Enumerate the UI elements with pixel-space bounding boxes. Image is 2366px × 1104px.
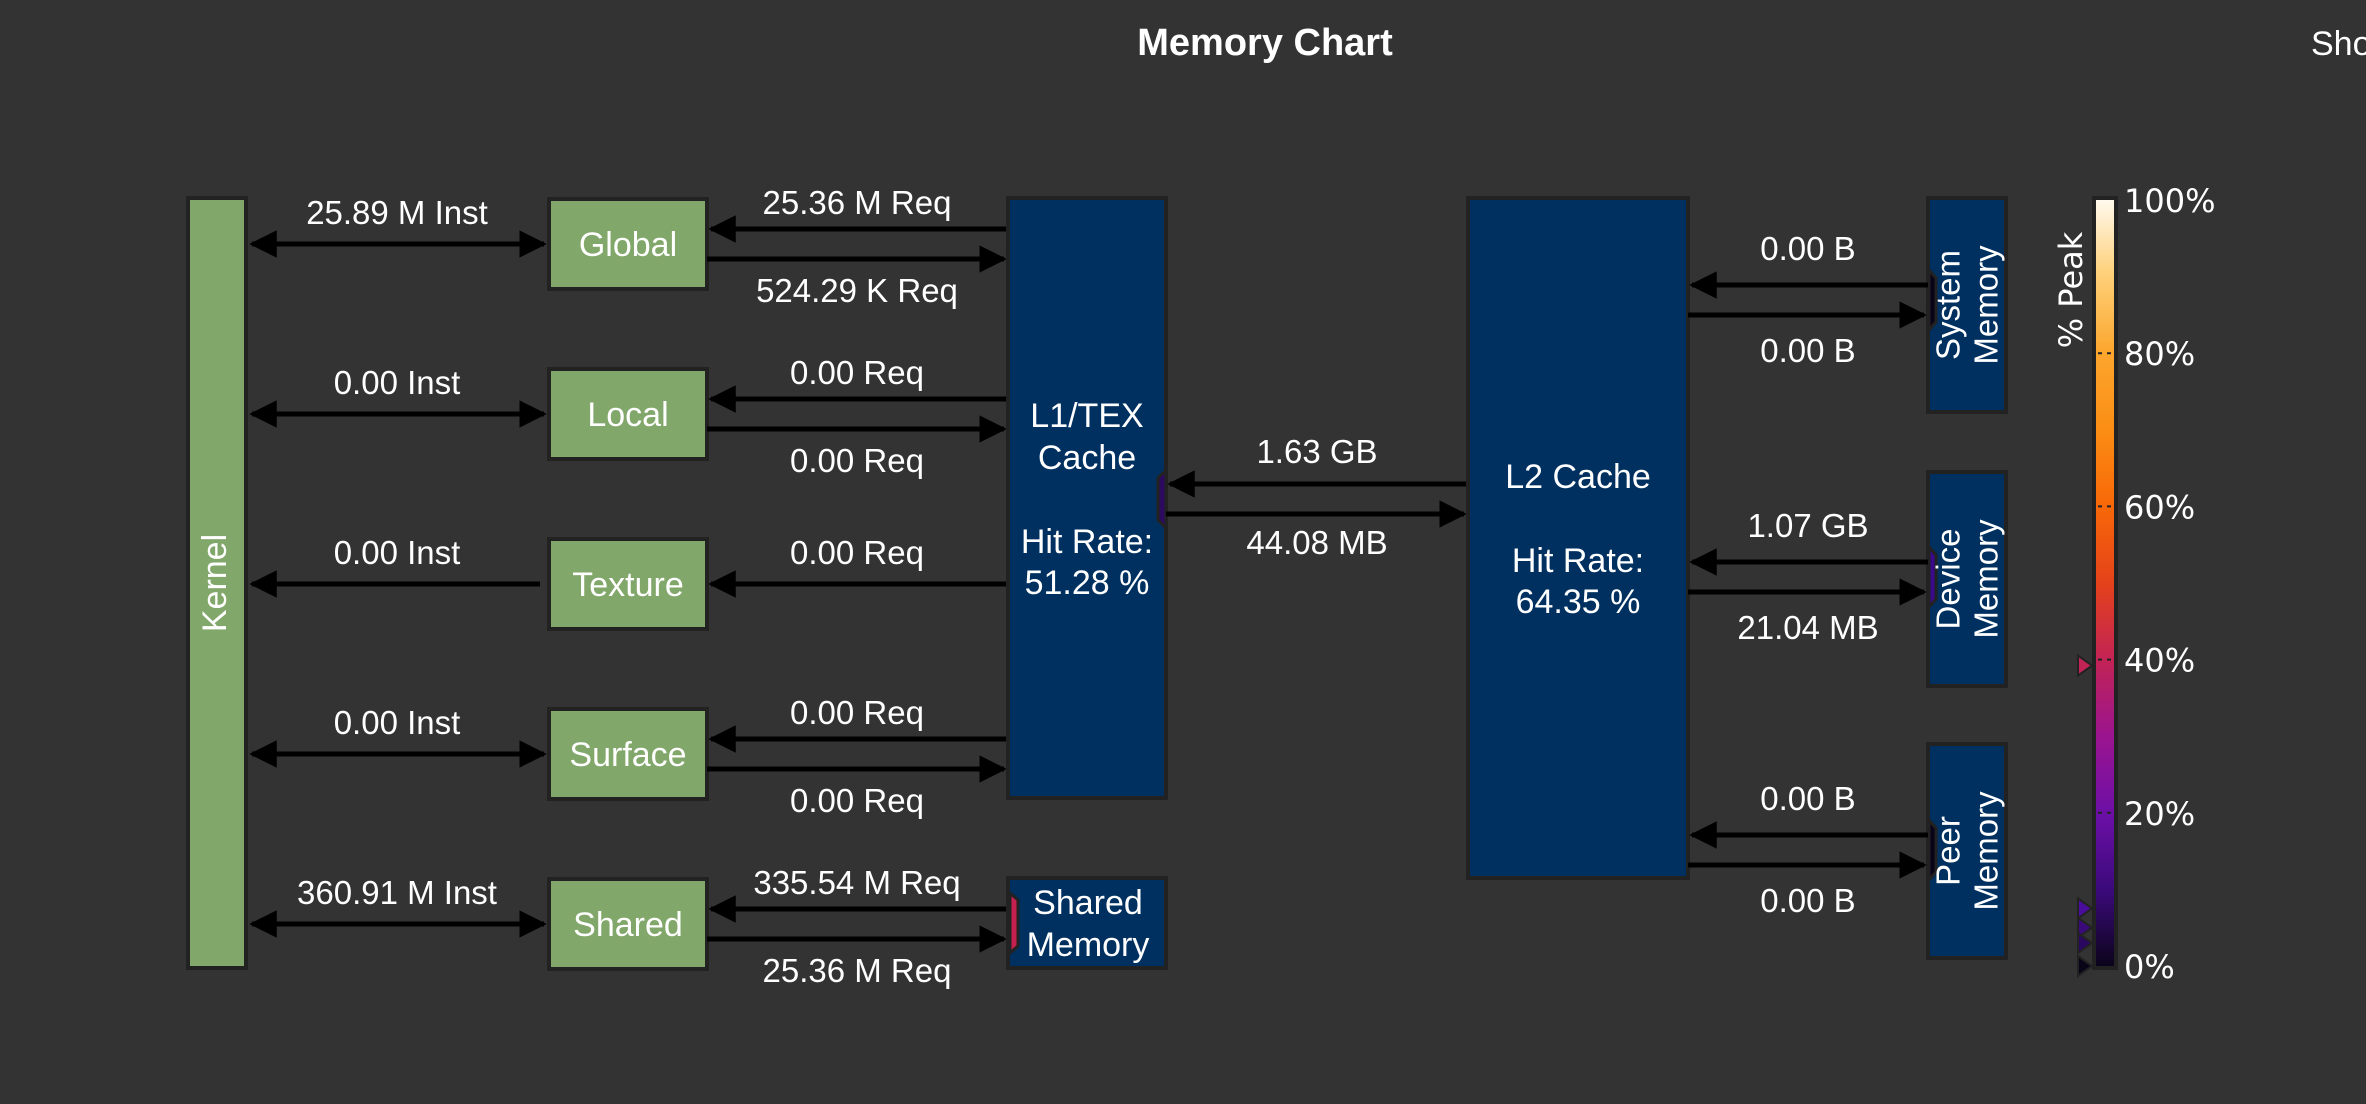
shared-memory-label-2: Memory [1027,926,1150,964]
memory-row-peer: Peer Memory 0.00 B 0.00 B [1688,742,2008,960]
shared-memory-port-indicator [1008,889,1020,957]
texture-kernel-traffic: 0.00 Inst [334,534,461,571]
shared-read-requests: 335.54 M Req [753,864,960,901]
legend-tick-label: 40% [2124,642,2195,680]
peer-memory-label-2: Memory [1968,791,2005,911]
l1-cache-block[interactable]: L1/TEX Cache Hit Rate: 51.28 % [1006,196,1168,800]
shared-kernel-traffic: 360.91 M Inst [297,874,497,911]
device-read-bytes: 1.07 GB [1747,507,1868,544]
memory-row-device: Device Memory 1.07 GB 21.04 MB [1688,470,2008,688]
system-write-bytes: 0.00 B [1760,332,1855,369]
system-memory-label-1: System [1930,250,1967,360]
device-memory-block[interactable]: Device Memory [1926,470,2008,688]
l1-cache-label-1: L1/TEX [1030,397,1143,435]
legend-marker [2077,954,2094,978]
l2-hit-rate-value: 64.35 % [1516,583,1641,621]
l1-hit-rate-value: 51.28 % [1025,564,1150,602]
global-label: Global [579,226,677,264]
global-write-requests: 524.29 K Req [756,272,958,309]
global-kernel-traffic: 25.89 M Inst [306,194,488,231]
surface-kernel-traffic: 0.00 Inst [334,704,461,741]
local-read-requests: 0.00 Req [790,354,924,391]
l2-cache-label: L2 Cache [1505,458,1651,496]
system-memory-block[interactable]: System Memory [1926,196,2008,414]
legend-tick-label: 100% [2124,182,2215,220]
l2-cache-block[interactable]: L2 Cache Hit Rate: 64.35 % [1466,196,1690,880]
global-read-requests: 25.36 M Req [763,184,952,221]
kernel-label: Kernel [196,534,234,632]
texture-read-requests: 0.00 Req [790,534,924,571]
system-read-bytes: 0.00 B [1760,230,1855,267]
legend-tick-label: 80% [2124,335,2195,373]
peer-read-bytes: 0.00 B [1760,780,1855,817]
units-layer: 25.89 M Inst Global 25.36 M Req 524.29 K Re… [249,184,1008,989]
legend-markers [2077,653,2094,978]
l1-cache-label-2: Cache [1038,439,1136,477]
l1-l2-write-value: 44.08 MB [1246,524,1387,561]
shared-memory-block[interactable]: Shared Memory [1006,876,1168,970]
l1-l2-link: 1.63 GB 44.08 MB [1156,433,1478,561]
legend-marker [2077,653,2094,678]
unit-shared[interactable]: Shared [547,877,709,971]
legend-title: % Peak [2052,231,2090,348]
legend-colorbar [2092,196,2118,970]
unit-row-texture: 0.00 Inst Texture 0.00 Req [249,534,1008,631]
peer-memory-label-1: Peer [1930,816,1967,886]
texture-label: Texture [572,566,684,604]
local-kernel-traffic: 0.00 Inst [334,364,461,401]
peer-memory-block[interactable]: Peer Memory [1926,742,2008,960]
unit-row-shared: 360.91 M Inst Shared 335.54 M Req 25.36 M R… [249,864,1008,989]
memories-layer: System Memory0.00 B0.00 BDevice Memory1.07… [1688,196,2008,960]
system-memory-label-2: Memory [1968,245,2005,365]
legend-tick-label: 0% [2124,948,2175,986]
surface-write-requests: 0.00 Req [790,782,924,819]
l1-hit-rate-label: Hit Rate: [1021,523,1153,561]
local-label: Local [587,396,668,434]
unit-surface[interactable]: Surface [547,707,709,801]
legend-tick-label: 60% [2124,488,2195,526]
unit-row-surface: 0.00 Inst Surface 0.00 Req 0.00 Req [249,694,1008,819]
device-write-bytes: 21.04 MB [1737,609,1878,646]
l1-l2-read-value: 1.63 GB [1256,433,1377,470]
surface-read-requests: 0.00 Req [790,694,924,731]
unit-row-local: 0.00 Inst Local 0.00 Req 0.00 Req [249,354,1008,479]
legend-marker [2077,931,2094,955]
local-write-requests: 0.00 Req [790,442,924,479]
shared-memory-label-1: Shared [1033,884,1143,922]
surface-label: Surface [569,736,686,774]
unit-local[interactable]: Local [547,367,709,461]
unit-row-global: 25.89 M Inst Global 25.36 M Req 524.29 K Re… [249,184,1008,309]
memory-diagram: Kernel 25.89 M Inst Global 25.36 M Req 524.… [186,182,2215,989]
device-memory-label-1: Device [1930,529,1967,630]
memory-row-system: System Memory 0.00 B 0.00 B [1688,196,2008,414]
unit-texture[interactable]: Texture [547,537,709,631]
l2-hit-rate-label: Hit Rate: [1512,542,1644,580]
legend-marker [2077,896,2094,921]
shared-label: Shared [573,906,683,944]
l1-l2-port-indicator [1156,466,1168,532]
shared-write-requests: 25.36 M Req [763,952,952,989]
kernel-block[interactable]: Kernel [186,196,248,970]
device-memory-label-2: Memory [1968,519,2005,639]
unit-global[interactable]: Global [547,197,709,291]
legend-tick-label: 20% [2124,795,2195,833]
peer-write-bytes: 0.00 B [1760,882,1855,919]
peak-legend: % Peak 0% 20% 40% 60% 80% 100% [2052,182,2215,986]
